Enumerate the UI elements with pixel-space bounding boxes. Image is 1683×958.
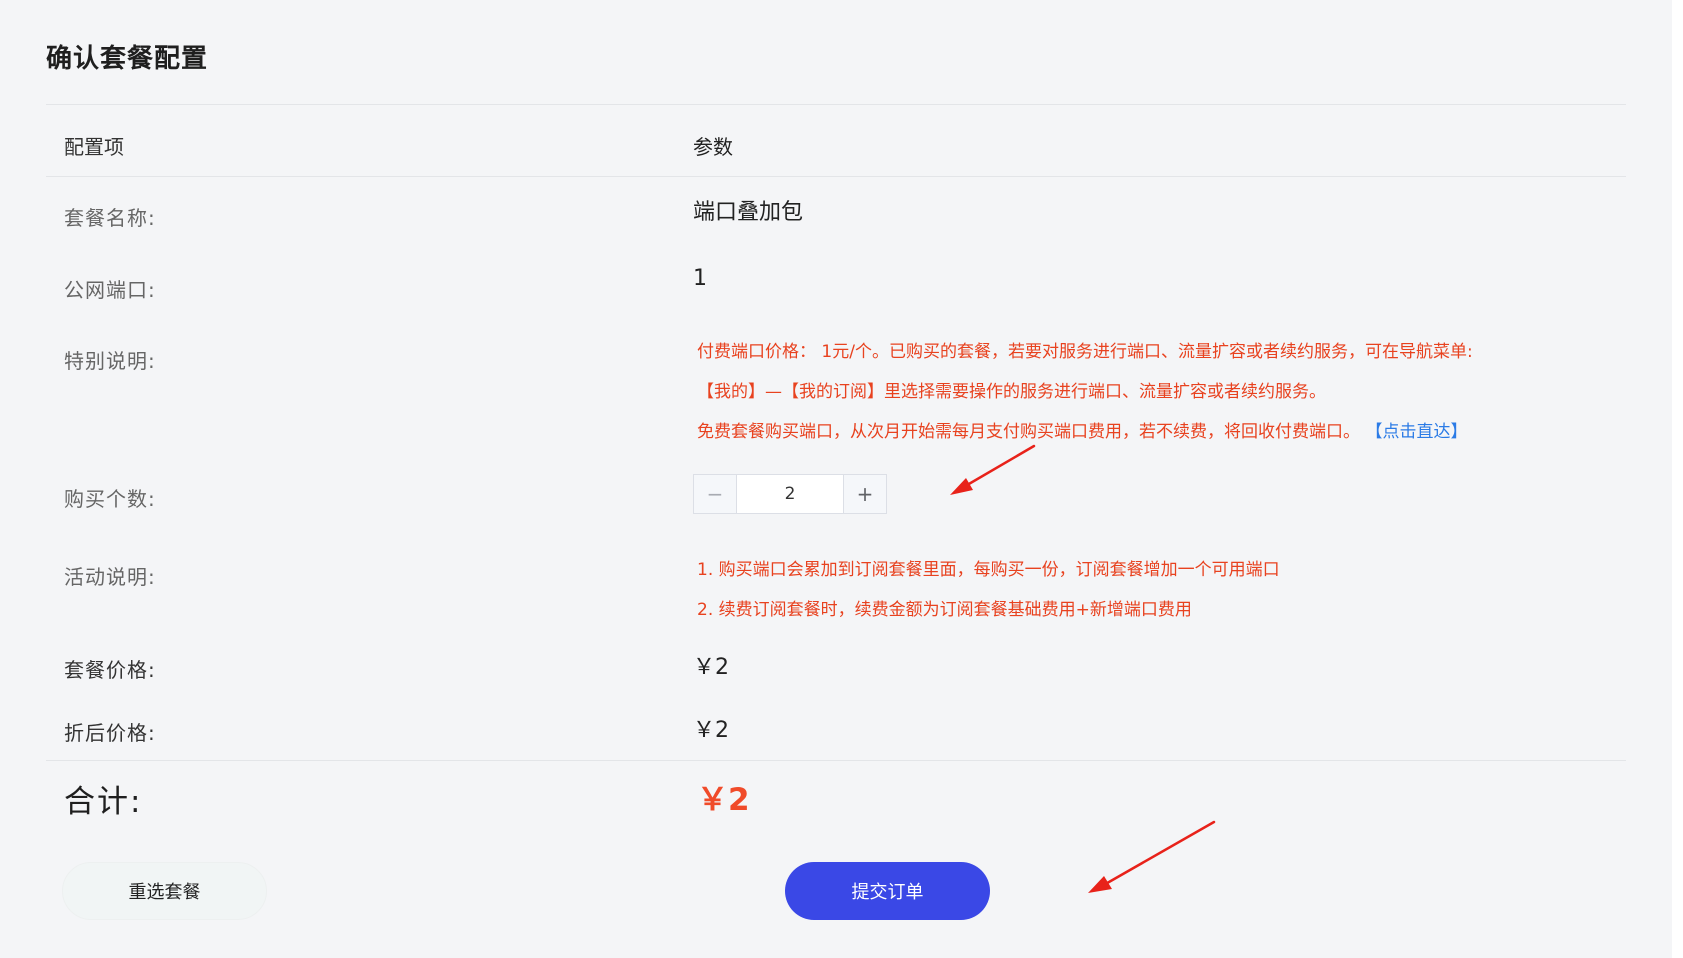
special-note-line-2: 【我的】—【我的订阅】里选择需要操作的服务进行端口、流量扩容或者续约服务。 [697,382,1326,402]
special-notes-label: 特别说明: [64,349,156,373]
activity-notes-label: 活动说明: [64,565,156,589]
page: 确认套餐配置 配置项 参数 套餐名称: 端口叠加包 公网端口: 1 特别说明: … [0,0,1683,958]
divider-header [46,176,1626,177]
submit-order-button[interactable]: 提交订单 [785,862,990,920]
header-config-item: 配置项 [64,135,124,159]
activity-note-line-1: 1. 购买端口会累加到订阅套餐里面，每购买一份，订阅套餐增加一个可用端口 [697,560,1280,580]
total-label: 合计: [64,784,143,820]
quantity-label: 购买个数: [64,487,156,511]
public-ports-label: 公网端口: [64,278,156,302]
discount-price-label: 折后价格: [64,721,156,745]
package-name-value: 端口叠加包 [693,200,804,225]
special-note-line-3-text: 免费套餐购买端口，从次月开始需每月支付购买端口费用，若不续费，将回收付费端口。 [697,422,1360,442]
quantity-stepper: − + [693,474,887,514]
package-price-value: ￥2 [693,655,729,680]
annotation-arrow-icon [1088,820,1216,893]
order-confirm-panel: 确认套餐配置 配置项 参数 套餐名称: 端口叠加包 公网端口: 1 特别说明: … [0,0,1672,958]
decrease-button[interactable]: − [694,475,737,513]
direct-link[interactable]: 【点击直达】 [1374,422,1468,442]
header-parameter: 参数 [693,135,733,159]
special-note-line-3: 免费套餐购买端口，从次月开始需每月支付购买端口费用，若不续费，将回收付费端口。【… [697,417,1468,442]
page-title: 确认套餐配置 [46,44,209,74]
discount-price-value: ￥2 [693,718,729,743]
package-price-label: 套餐价格: [64,658,156,682]
public-ports-value: 1 [693,266,707,291]
package-name-label: 套餐名称: [64,206,156,230]
special-note-line-1: 付费端口价格： 1元/个。已购买的套餐，若要对服务进行端口、流量扩容或者续约服务… [697,342,1473,362]
activity-note-line-2: 2. 续费订阅套餐时，续费金额为订阅套餐基础费用+新增端口费用 [697,600,1192,620]
annotation-arrow-icon [950,444,1036,495]
divider-top [46,104,1626,105]
divider-total [46,760,1626,761]
total-value: ￥2 [697,782,750,818]
increase-button[interactable]: + [843,475,886,513]
quantity-input[interactable] [737,475,843,513]
reselect-package-button[interactable]: 重选套餐 [62,862,267,920]
